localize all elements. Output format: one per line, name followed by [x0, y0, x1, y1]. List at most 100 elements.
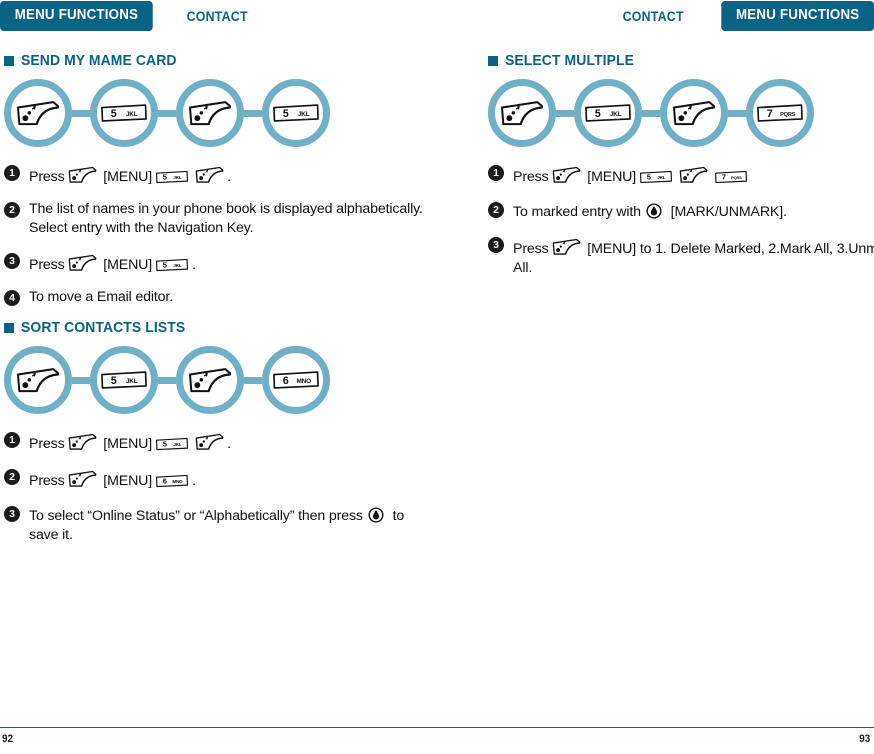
number-key-icon: 5 JKL [584, 103, 632, 123]
svg-text:MNO: MNO [172, 479, 183, 484]
flow-connector [72, 109, 90, 117]
svg-text:5: 5 [647, 173, 651, 182]
menu-key-icon [679, 166, 708, 188]
step-number-badge: 1 [4, 165, 20, 181]
navigation-ok-key-icon [368, 507, 384, 527]
flow-connector [72, 376, 90, 384]
instruction-step: 1 Press [MENU] 5 JKL. [4, 163, 434, 187]
tab-menu-functions-right[interactable]: MENU FUNCTIONS [721, 1, 874, 31]
flow-connector [642, 109, 660, 117]
step-text: To marked entry with [MARK/UNMARK]. [513, 200, 787, 222]
number-key-icon: 6 MNO [155, 475, 189, 492]
flow-node-number-key-icon[interactable]: 6 MNO [262, 346, 330, 415]
step-text-fragment: Press [29, 169, 65, 185]
flow-node-menu-key-icon[interactable] [176, 346, 244, 415]
menu-key-icon [188, 367, 232, 394]
step-text: Press [MENU] 5 JKL 7 PQRS [513, 163, 751, 187]
svg-text:7: 7 [722, 173, 726, 182]
section-title: SORT CONTACTS LISTS [4, 319, 434, 336]
section-title-text: SEND MY MAME CARD [21, 52, 177, 69]
step-text-fragment: Press [513, 240, 549, 257]
step-text-fragment: To select “Online Status” or “Alphabetic… [29, 508, 363, 525]
page-number-right: 93 [858, 733, 870, 745]
svg-text:5: 5 [595, 108, 601, 120]
svg-text:JKL: JKL [298, 111, 310, 118]
svg-text:JKL: JKL [126, 111, 138, 118]
step-text-fragment: The list of names in your phone book is … [29, 200, 423, 236]
svg-text:5: 5 [163, 440, 167, 449]
flow-node-number-key-icon[interactable]: 7 PQRS [746, 79, 814, 147]
menu-key-icon [552, 238, 581, 260]
step-list: 1 Press [MENU] 5 JKL. 2 The list of names in … [4, 163, 434, 306]
flow-connector [158, 109, 176, 117]
svg-text:5: 5 [111, 108, 117, 120]
menu-key-icon [68, 434, 97, 455]
step-text-fragment: [MENU] [99, 473, 153, 490]
flow-node-menu-key-icon[interactable] [488, 79, 556, 147]
svg-text:6: 6 [283, 375, 289, 387]
step-text: Press [MENU] 5 JKL. [29, 163, 231, 187]
instruction-step: 2 Press [MENU] 6 MNO. [4, 467, 434, 491]
flow-node-menu-key-icon[interactable] [4, 346, 72, 415]
step-list: 1 Press [MENU] 5 JKL 7 PQRS 2 To marked entry w… [488, 163, 874, 278]
svg-text:JKL: JKL [126, 378, 138, 385]
navigation-ok-key-icon [646, 203, 662, 223]
menu-key-icon [195, 166, 224, 188]
step-number-badge: 2 [4, 201, 20, 218]
instruction-step: 1 Press [MENU] 5 JKL 7 PQRS [488, 163, 874, 187]
instruction-step: 4 To move a Email editor. [4, 288, 434, 307]
svg-text:5: 5 [163, 260, 167, 269]
step-text: To move a Email editor. [29, 288, 173, 307]
flow-node-number-key-icon[interactable]: 5 JKL [574, 79, 642, 147]
footer-divider [0, 727, 874, 728]
instruction-step: 3 To select “Online Status” or “Alphabeti… [4, 504, 434, 545]
number-key-icon: 7 PQRS [756, 103, 804, 123]
step-text-fragment: [MARK/UNMARK]. [666, 203, 787, 220]
svg-text:5: 5 [163, 173, 167, 182]
flow-connector [244, 109, 262, 117]
tab-menu-functions-left[interactable]: MENU FUNCTIONS [0, 1, 153, 31]
instruction-step: 2 The list of names in your phone book is… [4, 200, 434, 238]
svg-text:5: 5 [111, 375, 117, 387]
step-text-fragment: Press [29, 436, 65, 453]
flow-connector [158, 376, 176, 384]
step-text-fragment: To move a Email editor. [29, 288, 174, 305]
step-text-fragment: . [227, 169, 231, 185]
flow-node-number-key-icon[interactable]: 5 JKL [90, 79, 158, 147]
flow-node-menu-key-icon[interactable] [176, 79, 244, 147]
menu-key-icon [500, 100, 544, 127]
flow-connector [728, 109, 746, 117]
instruction-step: 3 Press [MENU] 5 JKL. [4, 251, 434, 275]
menu-key-icon [68, 166, 97, 188]
step-text-fragment: [MENU] [99, 169, 153, 185]
step-number-badge: 2 [488, 201, 504, 218]
step-number-badge: 4 [4, 289, 20, 306]
step-number-badge: 1 [488, 165, 504, 181]
section-title: SEND MY MAME CARD [4, 52, 434, 69]
step-number-badge: 3 [4, 506, 20, 523]
page-number-left: 92 [2, 733, 14, 745]
step-text: To select “Online Status” or “Alphabetic… [29, 504, 434, 545]
number-key-icon: 7 PQRS [714, 170, 748, 188]
right-column: SELECT MULTIPLE 5 JKL 7 PQRS 1 Press [MENU] 5 JK… [488, 52, 874, 291]
svg-text:JKL: JKL [657, 175, 665, 180]
step-text: Press [MENU] to 1. Delete Marked, 2.Mark… [513, 235, 874, 278]
step-text-fragment: Press [513, 169, 549, 185]
section-title-text: SELECT MULTIPLE [505, 52, 635, 69]
breadcrumb-contact-right: CONTACT [622, 8, 684, 24]
number-key-icon: 5 JKL [155, 170, 189, 188]
step-text-fragment: Press [29, 256, 65, 273]
menu-key-icon [68, 471, 97, 492]
breadcrumb-contact-left: CONTACT [186, 8, 248, 24]
flow-node-number-key-icon[interactable]: 5 JKL [90, 346, 158, 415]
svg-text:PQRS: PQRS [731, 175, 742, 180]
flow-node-menu-key-icon[interactable] [660, 79, 728, 147]
section-title-text: SORT CONTACTS LISTS [21, 319, 186, 337]
number-key-icon: 5 JKL [155, 438, 189, 455]
flow-node-number-key-icon[interactable]: 5 JKL [262, 79, 330, 147]
header-left: MENU FUNCTIONS CONTACT [0, 0, 430, 32]
flow-node-menu-key-icon[interactable] [4, 79, 72, 147]
number-key-icon: 5 JKL [100, 370, 148, 390]
step-text: The list of names in your phone book is … [29, 200, 434, 238]
svg-text:JKL: JKL [610, 111, 622, 118]
